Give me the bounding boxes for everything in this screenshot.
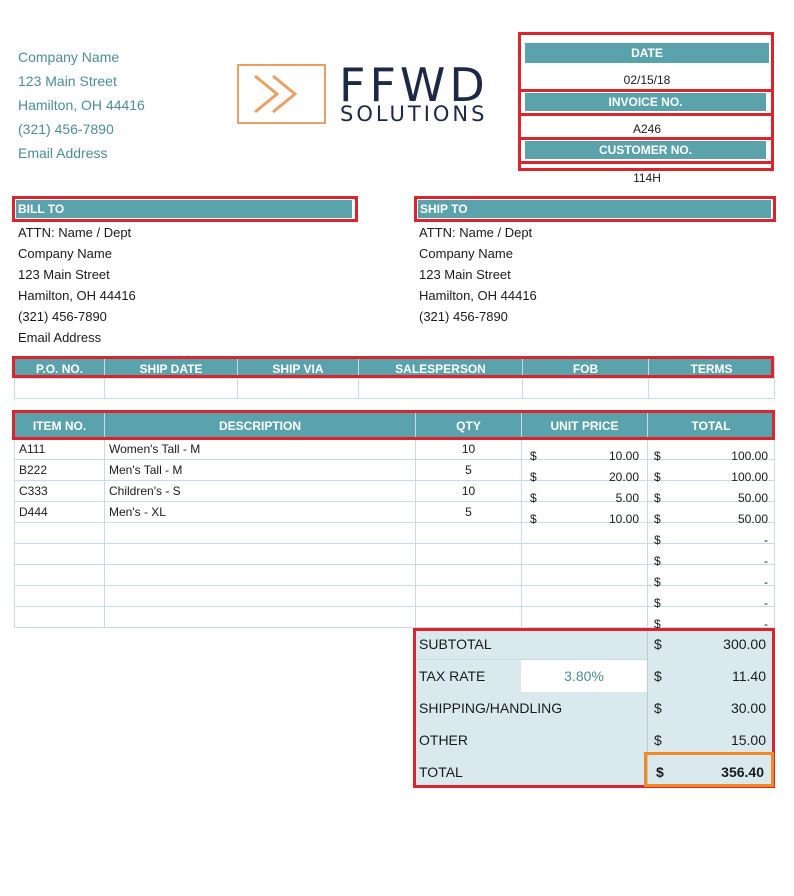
company-city: Hamilton, OH 44416 [18, 97, 145, 113]
item-no-cell[interactable]: A111 [14, 438, 105, 460]
item-no-cell[interactable] [14, 606, 105, 628]
item-description-cell[interactable]: Women's Tall - M [104, 438, 416, 460]
item-total-cell: $100.00 [647, 459, 775, 484]
item-qty-cell[interactable]: 5 [415, 459, 522, 481]
item-unit-price-cell[interactable] [521, 606, 648, 628]
item-description-cell[interactable] [104, 606, 416, 628]
order-cell-ship-date[interactable] [104, 378, 238, 399]
bill-to-line: 123 Main Street [18, 267, 110, 282]
table-row: $ - [14, 543, 775, 568]
ship-to-line: Hamilton, OH 44416 [419, 288, 537, 303]
item-unit-price-cell[interactable]: $10.00 [521, 438, 648, 463]
company-phone: (321) 456-7890 [18, 121, 114, 137]
item-no-cell[interactable] [14, 585, 105, 607]
item-description-cell[interactable] [104, 543, 416, 565]
item-unit-price-cell[interactable] [521, 585, 648, 607]
table-row: $ - [14, 522, 775, 547]
order-cell-ship-via[interactable] [237, 378, 359, 399]
invoice-value: A246 [632, 122, 662, 136]
customer-label: CUSTOMER NO. [525, 141, 766, 159]
item-unit-price-cell[interactable] [521, 522, 648, 544]
item-unit-price-cell[interactable] [521, 543, 648, 565]
date-label: DATE [525, 43, 769, 63]
item-total-cell: $ - [647, 564, 775, 589]
item-unit-price-cell[interactable]: $20.00 [521, 459, 648, 484]
company-info: Company Name 123 Main Street Hamilton, O… [18, 45, 145, 165]
item-unit-price-cell[interactable] [521, 564, 648, 586]
item-description-cell[interactable] [104, 564, 416, 586]
ship-to-address: ATTN: Name / Dept Company Name 123 Main … [419, 222, 537, 327]
item-qty-cell[interactable]: 5 [415, 501, 522, 523]
item-total-cell: $ - [647, 522, 775, 547]
bill-to-line: Company Name [18, 246, 112, 261]
items-table: ITEM NO. DESCRIPTION QTY UNIT PRICE TOTA… [14, 412, 775, 631]
item-description-cell[interactable]: Children's - S [104, 480, 416, 502]
company-email: Email Address [18, 145, 108, 161]
item-unit-price-cell[interactable]: $10.00 [521, 501, 648, 526]
order-cell-terms[interactable] [648, 378, 775, 399]
item-total-cell: $ - [647, 585, 775, 610]
table-row: $ - [14, 585, 775, 610]
bill-to-line: Hamilton, OH 44416 [18, 288, 136, 303]
fast-forward-icon [237, 64, 326, 124]
total-highlight [644, 752, 774, 787]
ship-to-line: 123 Main Street [419, 267, 511, 282]
customer-value: 114H [633, 171, 661, 185]
ship-to-line: Company Name [419, 246, 513, 261]
item-qty-cell[interactable] [415, 564, 522, 586]
item-no-cell[interactable] [14, 564, 105, 586]
order-cell-salesperson[interactable] [358, 378, 523, 399]
logo-subtitle: SOLUTIONS [340, 102, 488, 126]
item-no-cell[interactable]: B222 [14, 459, 105, 481]
item-description-cell[interactable]: Men's - XL [104, 501, 416, 523]
table-row: C333 Children's - S 10 $5.00 $50.00 [14, 480, 775, 505]
ship-to-label: SHIP TO [418, 200, 771, 218]
company-name: Company Name [18, 49, 120, 65]
item-total-cell: $ - [647, 606, 775, 631]
logo: FFWD SOLUTIONS [237, 58, 499, 126]
order-cell-po[interactable] [14, 378, 105, 399]
item-qty-cell[interactable]: 10 [415, 438, 522, 460]
item-no-cell[interactable]: C333 [14, 480, 105, 502]
item-total-cell: $ - [647, 543, 775, 568]
item-no-cell[interactable] [14, 543, 105, 565]
item-no-cell[interactable] [14, 522, 105, 544]
items-header-highlight [12, 410, 775, 440]
company-street: 123 Main Street [18, 73, 117, 89]
item-total-cell: $100.00 [647, 438, 775, 463]
item-qty-cell[interactable]: 10 [415, 480, 522, 502]
item-qty-cell[interactable] [415, 606, 522, 628]
table-row: $ - [14, 606, 775, 631]
item-qty-cell[interactable] [415, 585, 522, 607]
table-row: D444 Men's - XL 5 $10.00 $50.00 [14, 501, 775, 526]
order-cell-fob[interactable] [522, 378, 649, 399]
ship-to-line: ATTN: Name / Dept [419, 225, 533, 240]
item-no-cell[interactable]: D444 [14, 501, 105, 523]
item-unit-price-cell[interactable]: $5.00 [521, 480, 648, 505]
table-row: B222 Men's Tall - M 5 $20.00 $100.00 [14, 459, 775, 484]
item-total-cell: $50.00 [647, 501, 775, 526]
item-qty-cell[interactable] [415, 543, 522, 565]
order-header-highlight [12, 356, 774, 378]
item-total-cell: $50.00 [647, 480, 775, 505]
bill-to-address: ATTN: Name / Dept Company Name 123 Main … [18, 222, 136, 348]
bill-to-line: (321) 456-7890 [18, 309, 107, 324]
table-row: $ - [14, 564, 775, 589]
bill-to-line: Email Address [18, 330, 102, 345]
item-qty-cell[interactable] [415, 522, 522, 544]
item-description-cell[interactable]: Men's Tall - M [104, 459, 416, 481]
bill-to-label: BILL TO [16, 200, 352, 218]
invoice-label: INVOICE NO. [525, 93, 766, 111]
ship-to-line: (321) 456-7890 [419, 309, 508, 324]
bill-to-line: ATTN: Name / Dept [18, 225, 132, 240]
table-row: A111 Women's Tall - M 10 $10.00 $100.00 [14, 438, 775, 463]
item-description-cell[interactable] [104, 585, 416, 607]
item-description-cell[interactable] [104, 522, 416, 544]
date-value: 02/15/18 [623, 73, 671, 87]
